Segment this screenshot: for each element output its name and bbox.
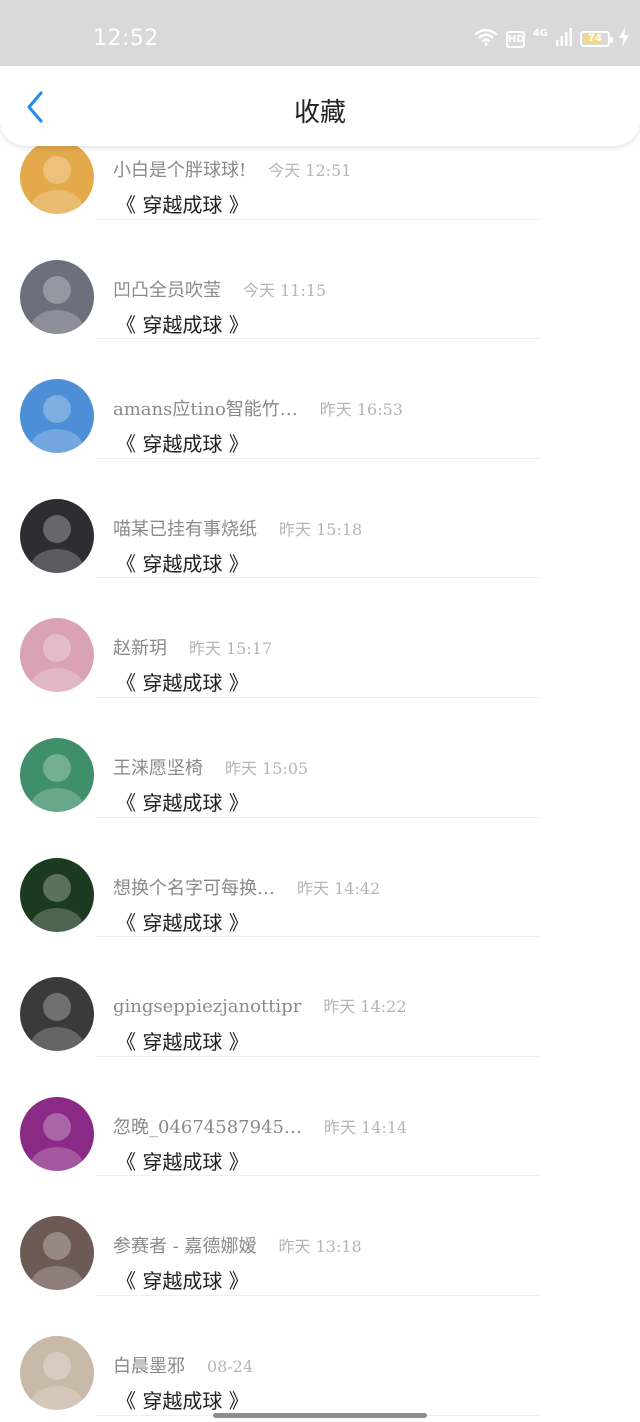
book-title: 《 穿越成球 》 (116, 1269, 249, 1294)
avatar[interactable] (20, 857, 94, 932)
timestamp: 昨天 14:22 (323, 997, 407, 1017)
home-indicator[interactable] (213, 1413, 427, 1418)
timestamp: 昨天 15:18 (279, 519, 363, 539)
avatar[interactable] (20, 379, 94, 454)
username: 小白是个胖球球! (113, 160, 247, 181)
list-item[interactable]: 白晨墨邪 08-24 《 穿越成球 》 (0, 1296, 640, 1416)
battery-icon: 74 (580, 31, 613, 47)
book-title: 《 穿越成球 》 (116, 671, 249, 696)
list-item[interactable]: 凹凸全员吹莹 今天 11:15 《 穿越成球 》 (0, 220, 640, 340)
battery-level: 74 (588, 33, 602, 44)
timestamp: 昨天 16:53 (319, 400, 403, 420)
item-meta: 喵某已挂有事烧纸 昨天 15:18 (113, 515, 362, 541)
username: 凹凸全员吹莹 (113, 279, 221, 301)
signal-icon (556, 28, 572, 50)
book-title: 《 穿越成球 》 (116, 312, 249, 337)
list-item[interactable]: 赵新玥 昨天 15:17 《 穿越成球 》 (0, 578, 640, 698)
avatar[interactable] (20, 618, 94, 693)
book-title: 《 穿越成球 》 (116, 1388, 249, 1413)
wifi-icon (474, 28, 498, 50)
timestamp: 昨天 14:42 (297, 878, 381, 898)
book-title: 《 穿越成球 》 (116, 193, 249, 217)
book-title: 《 穿越成球 》 (116, 910, 249, 935)
item-meta: 忽晚_04674587945… 昨天 14:14 (113, 1113, 407, 1139)
list-item[interactable]: 王涞愿坚椅 昨天 15:05 《 穿越成球 》 (0, 698, 640, 818)
book-title: 《 穿越成球 》 (116, 1030, 249, 1055)
status-bar: 12:52 HD 4G 74 (0, 0, 640, 66)
list-item[interactable]: amans应tino智能竹… 昨天 16:53 《 穿越成球 》 (0, 339, 640, 459)
list-item[interactable]: 忽晚_04674587945… 昨天 14:14 《 穿越成球 》 (0, 1057, 640, 1177)
book-title: 《 穿越成球 》 (116, 790, 249, 815)
username: 忽晚_04674587945… (113, 1116, 302, 1138)
book-title: 《 穿越成球 》 (116, 551, 249, 576)
item-meta: 小白是个胖球球! 今天 12:51 (113, 156, 351, 182)
timestamp: 昨天 14:14 (323, 1117, 408, 1137)
header-bar: 收藏 (0, 66, 640, 146)
status-icons: HD 4G 74 (474, 26, 630, 52)
list-item[interactable]: 小白是个胖球球! 今天 12:51 《 穿越成球 》 (0, 146, 640, 220)
timestamp: 今天 11:15 (243, 280, 327, 300)
network-type-label: 4G (532, 27, 548, 39)
status-time: 12:52 (93, 26, 159, 51)
list-item[interactable]: 参赛者 - 嘉德娜嫒 昨天 13:18 《 穿越成球 》 (0, 1176, 640, 1296)
charging-icon (618, 27, 630, 51)
timestamp: 今天 12:51 (268, 161, 352, 180)
list-item[interactable]: gingseppiezjanottipr 昨天 14:22 《 穿越成球 》 (0, 937, 640, 1057)
avatar[interactable] (20, 498, 94, 573)
username: 白晨墨邪 (113, 1355, 185, 1377)
list-item[interactable]: 想换个名字可每换… 昨天 14:42 《 穿越成球 》 (0, 818, 640, 938)
timestamp: 昨天 13:18 (278, 1237, 362, 1257)
page-title: 收藏 (293, 98, 346, 128)
username: 想换个名字可每换… (113, 877, 275, 899)
username: 赵新玥 (113, 638, 167, 660)
avatar[interactable] (20, 1335, 94, 1410)
avatar[interactable] (20, 259, 94, 334)
item-meta: 白晨墨邪 08-24 (113, 1352, 253, 1378)
username: gingseppiezjanottipr (113, 996, 302, 1018)
username: 喵某已挂有事烧纸 (113, 518, 257, 540)
avatar[interactable] (20, 737, 94, 812)
favorites-list[interactable]: 小白是个胖球球! 今天 12:51 《 穿越成球 》凹凸全员吹莹 今天 11:15 《 … (0, 146, 640, 1422)
book-title: 《 穿越成球 》 (116, 1149, 249, 1174)
avatar[interactable] (20, 977, 94, 1052)
hd-icon: HD (505, 30, 525, 48)
book-title: 《 穿越成球 》 (116, 432, 249, 457)
username: 参赛者 - 嘉德娜嫒 (113, 1236, 257, 1258)
avatar[interactable] (20, 1096, 94, 1171)
timestamp: 08-24 (207, 1356, 254, 1376)
avatar[interactable] (20, 146, 94, 214)
item-meta: 赵新玥 昨天 15:17 (113, 634, 272, 660)
item-meta: 想换个名字可每换… 昨天 14:42 (113, 874, 380, 900)
avatar[interactable] (20, 1216, 94, 1291)
username: amans应tino智能竹… (113, 399, 298, 421)
item-meta: amans应tino智能竹… 昨天 16:53 (113, 395, 403, 421)
timestamp: 昨天 15:17 (189, 639, 273, 659)
item-meta: 王涞愿坚椅 昨天 15:05 (113, 754, 308, 780)
timestamp: 昨天 15:05 (225, 758, 309, 778)
username: 王涞愿坚椅 (113, 757, 203, 779)
item-meta: 参赛者 - 嘉德娜嫒 昨天 13:18 (113, 1232, 362, 1258)
item-meta: gingseppiezjanottipr 昨天 14:22 (113, 993, 407, 1017)
item-meta: 凹凸全员吹莹 今天 11:15 (113, 276, 326, 302)
list-item[interactable]: 喵某已挂有事烧纸 昨天 15:18 《 穿越成球 》 (0, 459, 640, 579)
